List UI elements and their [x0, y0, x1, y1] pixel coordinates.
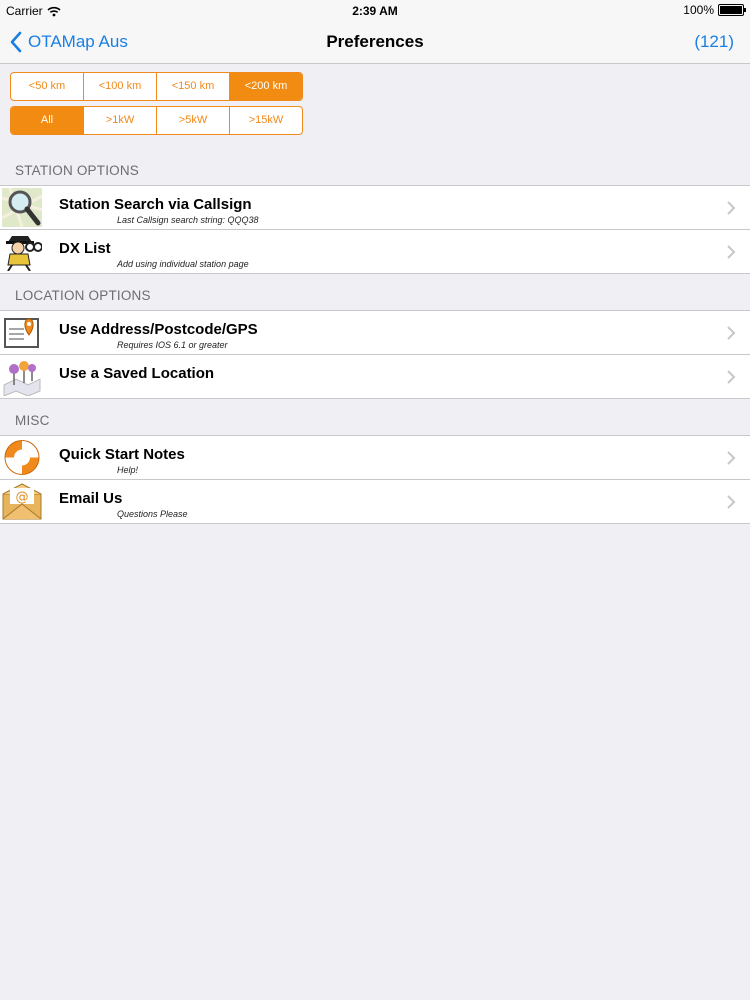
station-options-group: Station Search via Callsign Last Callsig… [0, 185, 750, 274]
dx-list-row[interactable]: DX List Add using individual station pag… [0, 229, 750, 273]
power-option-all[interactable]: All [11, 107, 83, 134]
power-filter: All >1kW >5kW >15kW [10, 106, 303, 135]
chevron-right-icon [727, 370, 736, 384]
saved-location-title: Use a Saved Location [59, 365, 215, 382]
use-address-title: Use Address/Postcode/GPS [59, 321, 258, 338]
power-option-1kw[interactable]: >1kW [83, 107, 156, 134]
distance-option-150[interactable]: <150 km [156, 73, 229, 100]
use-address-row[interactable]: Use Address/Postcode/GPS Requires IOS 6.… [0, 311, 750, 354]
quick-start-row[interactable]: Quick Start Notes Help! [0, 436, 750, 479]
distance-option-100[interactable]: <100 km [83, 73, 156, 100]
clock: 2:39 AM [352, 4, 398, 18]
dx-list-title: DX List [59, 240, 111, 257]
station-search-title: Station Search via Callsign [59, 196, 252, 213]
station-search-subtitle: Last Callsign search string: QQQ38 [117, 215, 259, 225]
distance-filter: <50 km <100 km <150 km <200 km [10, 72, 303, 101]
chevron-right-icon [727, 495, 736, 509]
station-count-button[interactable]: (121) [694, 32, 734, 52]
misc-group: Quick Start Notes Help! @ Email Us Quest… [0, 435, 750, 524]
quick-start-subtitle: Help! [117, 465, 139, 475]
battery-percent: 100% [683, 3, 714, 17]
power-option-15kw[interactable]: >15kW [229, 107, 302, 134]
svg-text:@: @ [16, 490, 29, 505]
email-us-title: Email Us [59, 490, 123, 507]
distance-option-50[interactable]: <50 km [11, 73, 83, 100]
lifebuoy-icon [4, 440, 40, 475]
quick-start-title: Quick Start Notes [59, 446, 185, 463]
section-header-misc: MISC [15, 413, 50, 428]
distance-option-200[interactable]: <200 km [229, 73, 302, 100]
envelope-icon: @ [2, 483, 42, 520]
section-header-station-options: STATION OPTIONS [15, 163, 140, 178]
chevron-right-icon [727, 245, 736, 259]
section-header-location-options: LOCATION OPTIONS [15, 288, 151, 303]
chevron-right-icon [727, 326, 736, 340]
chevron-right-icon [727, 451, 736, 465]
email-us-subtitle: Questions Please [117, 509, 188, 519]
email-us-row[interactable]: @ Email Us Questions Please [0, 479, 750, 523]
dx-list-subtitle: Add using individual station page [117, 259, 249, 269]
navigation-bar: OTAMap Aus Preferences (121) [0, 22, 750, 64]
address-pin-icon [4, 318, 39, 348]
status-bar: Carrier 2:39 AM 100% [0, 0, 750, 22]
page-title: Preferences [326, 32, 424, 51]
saved-location-row[interactable]: Use a Saved Location [0, 354, 750, 398]
magnifier-map-icon [2, 188, 42, 227]
spy-binoculars-icon [6, 236, 42, 271]
use-address-subtitle: Requires IOS 6.1 or greater [117, 340, 228, 350]
chevron-right-icon [727, 201, 736, 215]
location-options-group: Use Address/Postcode/GPS Requires IOS 6.… [0, 310, 750, 399]
map-pins-icon [3, 361, 41, 396]
battery-icon [718, 4, 746, 16]
power-option-5kw[interactable]: >5kW [156, 107, 229, 134]
battery-indicator: 100% [683, 3, 746, 17]
station-search-row[interactable]: Station Search via Callsign Last Callsig… [0, 186, 750, 229]
